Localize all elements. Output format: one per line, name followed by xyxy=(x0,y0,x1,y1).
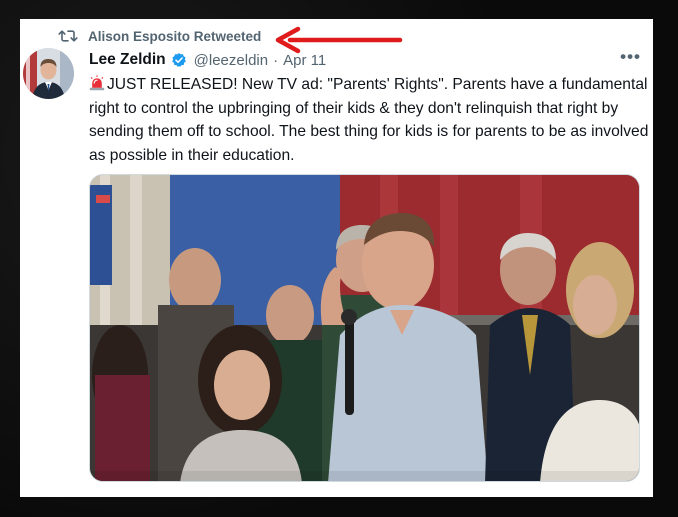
retweet-label[interactable]: Alison Esposito Retweeted xyxy=(88,29,261,44)
author-name[interactable]: Lee Zeldin xyxy=(89,51,166,69)
author-avatar[interactable] xyxy=(23,48,74,99)
tweet-card[interactable]: Alison Esposito Retweeted Lee Zeldin @le… xyxy=(20,19,653,497)
tweet-body: JUST RELEASED! New TV ad: "Parents' Righ… xyxy=(89,73,649,167)
author-handle[interactable]: @leezeldin xyxy=(194,52,268,69)
tweet-date[interactable]: Apr 11 xyxy=(283,52,326,69)
retweet-icon xyxy=(58,30,78,42)
separator-dot: · xyxy=(273,51,279,69)
more-options-icon[interactable]: ••• xyxy=(620,48,641,65)
avatar-photo xyxy=(23,48,74,99)
tweet-media-image[interactable] xyxy=(89,174,640,482)
retweet-context[interactable]: Alison Esposito Retweeted xyxy=(58,27,261,45)
video-still-rally xyxy=(90,175,639,481)
siren-icon xyxy=(89,75,105,91)
tweet-header: Lee Zeldin @leezeldin · Apr 11 xyxy=(89,50,326,70)
verified-badge-icon xyxy=(171,53,186,67)
tweet-text: JUST RELEASED! New TV ad: "Parents' Righ… xyxy=(89,76,649,164)
dark-background: Alison Esposito Retweeted Lee Zeldin @le… xyxy=(0,0,678,517)
